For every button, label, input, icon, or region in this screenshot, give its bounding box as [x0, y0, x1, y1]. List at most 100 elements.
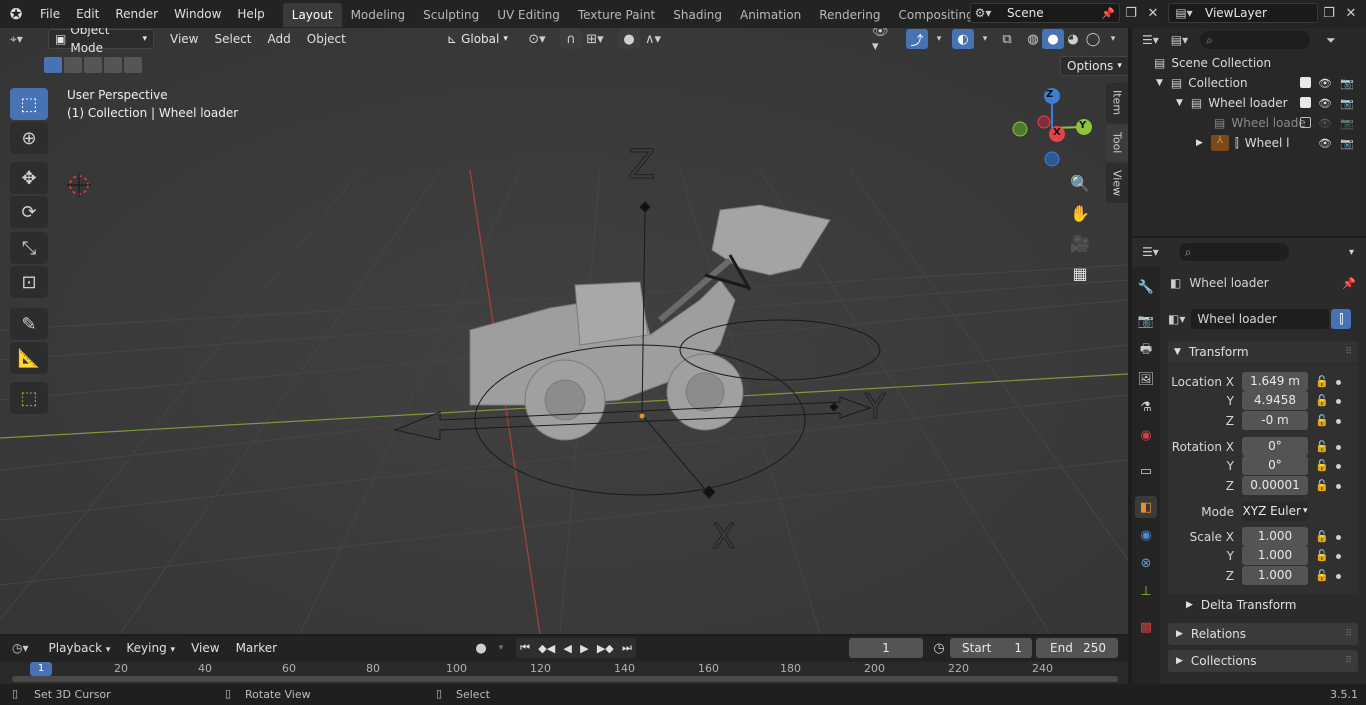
preview-range-icon[interactable]: ◷: [928, 638, 950, 658]
gizmo-toggle-icon[interactable]: ⤴: [906, 29, 928, 49]
keyframe-dot-icon[interactable]: [1336, 574, 1341, 579]
lock-icon[interactable]: 🔓: [1315, 479, 1329, 492]
snap-target-icon[interactable]: ⊞▾: [584, 29, 606, 49]
menu-view[interactable]: View: [162, 32, 206, 46]
overlay-dropdown-icon[interactable]: ▾: [974, 29, 996, 49]
ruler-scrollbar[interactable]: [12, 676, 1118, 682]
keyframe-dot-icon[interactable]: [1336, 535, 1341, 540]
eye-icon[interactable]: 👁: [1318, 77, 1332, 90]
keyframe-dot-icon[interactable]: [1336, 380, 1341, 385]
delete-viewlayer-icon[interactable]: ✕: [1340, 3, 1362, 23]
lock-icon[interactable]: 🔓: [1315, 440, 1329, 453]
record-icon[interactable]: ●: [470, 638, 492, 658]
texture-tab-icon[interactable]: ▩: [1135, 616, 1157, 638]
display-mode-icon[interactable]: ▤▾: [1171, 33, 1188, 47]
data-tab-icon[interactable]: ⊥: [1135, 580, 1157, 602]
lock-icon[interactable]: 🔓: [1315, 569, 1329, 582]
drag-handle-icon[interactable]: ⠿: [1345, 347, 1352, 357]
menu-render[interactable]: Render: [107, 0, 166, 28]
solid-shading-icon[interactable]: ●: [1042, 29, 1064, 49]
end-frame-field[interactable]: End 250: [1036, 638, 1118, 658]
expand-icon[interactable]: ▶: [1196, 138, 1203, 148]
scene-selector[interactable]: ⚙▾ Scene 📌: [970, 3, 1120, 23]
zoom-icon[interactable]: 🔍: [1066, 169, 1094, 197]
record-options-icon[interactable]: ▾: [490, 638, 512, 658]
xray-icon[interactable]: ⧉: [996, 29, 1018, 49]
menu-select[interactable]: Select: [206, 32, 259, 46]
select-extend-icon[interactable]: [64, 57, 82, 73]
collections-panel-header[interactable]: ▶ Collections ⠿: [1168, 650, 1358, 672]
frame-ruler[interactable]: 1 20 40 60 80 100 120 140 160 180 200 22…: [0, 662, 1128, 684]
perspective-grid-icon[interactable]: ▦: [1066, 259, 1094, 287]
select-new-icon[interactable]: [44, 57, 62, 73]
select-subtract-icon[interactable]: [84, 57, 102, 73]
select-invert-icon[interactable]: [104, 57, 122, 73]
delete-scene-icon[interactable]: ✕: [1142, 3, 1164, 23]
pin-icon[interactable]: 📌: [1101, 7, 1115, 20]
render-tab-icon[interactable]: 📷: [1135, 310, 1157, 332]
menu-marker[interactable]: Marker: [228, 641, 285, 655]
select-intersect-icon[interactable]: [124, 57, 142, 73]
prev-keyframe-icon[interactable]: ◆◀: [538, 642, 555, 655]
scale-z-field[interactable]: 1.000: [1242, 566, 1308, 585]
output-tab-icon[interactable]: 🖶: [1135, 340, 1157, 362]
properties-editor-icon[interactable]: ☰▾: [1142, 245, 1159, 259]
outliner-editor-icon[interactable]: ☰▾: [1142, 33, 1159, 47]
menu-window[interactable]: Window: [166, 0, 229, 28]
data-selector[interactable]: ◧▾ Wheel loader ⫿: [1168, 309, 1358, 329]
overlay-toggle-icon[interactable]: ◐: [952, 29, 974, 49]
menu-keying[interactable]: Keying ▾: [118, 641, 183, 655]
jump-end-icon[interactable]: ⏭: [622, 641, 632, 655]
lock-icon[interactable]: 🔓: [1315, 394, 1329, 407]
3d-viewport[interactable]: Z Y X ⌖▾ ▣ Object Mode ▾ View Select Add…: [0, 28, 1128, 634]
wireframe-shading-icon[interactable]: ◍: [1022, 29, 1044, 49]
tab-sculpting[interactable]: Sculpting: [414, 3, 488, 27]
fake-user-icon[interactable]: ⫿: [1331, 309, 1352, 329]
outliner-row-wheel-object[interactable]: ▶ ⅄ ⫿ Wheel l 👁 📷: [1132, 133, 1366, 153]
drag-handle-icon[interactable]: ⠿: [1345, 656, 1352, 666]
tab-item[interactable]: Item: [1106, 83, 1128, 123]
menu-add[interactable]: Add: [260, 32, 299, 46]
tab-tool[interactable]: Tool: [1106, 125, 1128, 161]
rotation-mode-dropdown[interactable]: XYZ Euler ▾: [1242, 502, 1308, 521]
object-tab-icon[interactable]: ◧: [1135, 496, 1157, 518]
select-box-tool[interactable]: ⬚: [10, 88, 48, 120]
outliner-row-wheel-loader[interactable]: ▼ ▤ Wheel loader 👁 📷: [1132, 93, 1366, 113]
move-tool[interactable]: ✥: [10, 162, 48, 194]
menu-edit[interactable]: Edit: [68, 0, 107, 28]
play-icon[interactable]: ▶: [580, 642, 588, 655]
location-z-field[interactable]: -0 m: [1242, 411, 1308, 430]
cursor-tool[interactable]: ⊕: [10, 122, 48, 154]
menu-help[interactable]: Help: [229, 0, 272, 28]
new-viewlayer-icon[interactable]: ❐: [1318, 3, 1340, 23]
viewlayer-selector[interactable]: ▤▾ ViewLayer: [1168, 3, 1318, 23]
outliner-row-wheel-loader-sub[interactable]: ▤ Wheel loade 👁 📷: [1132, 113, 1366, 133]
rotation-x-field[interactable]: 0°: [1242, 437, 1308, 456]
keyframe-dot-icon[interactable]: [1336, 464, 1341, 469]
scale-tool[interactable]: ⤡: [10, 232, 48, 264]
scale-y-field[interactable]: 1.000: [1242, 546, 1308, 565]
keyframe-dot-icon[interactable]: [1336, 419, 1341, 424]
start-frame-field[interactable]: Start 1: [950, 638, 1032, 658]
object-mode-dropdown[interactable]: ▣ Object Mode ▾: [48, 28, 154, 55]
pivot-icon[interactable]: ⊙▾: [526, 29, 548, 49]
scene-tab-icon[interactable]: ⚗: [1135, 396, 1157, 418]
tool-tab-icon[interactable]: 🔧: [1135, 276, 1157, 298]
falloff-icon[interactable]: ∧▾: [642, 29, 664, 49]
camera-render-icon[interactable]: 📷: [1340, 77, 1354, 90]
tab-layout[interactable]: Layout: [282, 3, 342, 27]
location-y-field[interactable]: 4.9458: [1242, 391, 1308, 410]
exclude-checkbox[interactable]: [1300, 117, 1311, 128]
eye-icon[interactable]: 👁: [1318, 97, 1332, 110]
tab-rendering[interactable]: Rendering: [810, 3, 889, 27]
lock-icon[interactable]: 🔓: [1315, 459, 1329, 472]
eye-icon[interactable]: 👁: [1318, 137, 1332, 150]
eye-icon[interactable]: 👁: [1318, 117, 1332, 130]
exclude-checkbox[interactable]: [1300, 77, 1311, 88]
new-scene-icon[interactable]: ❐: [1120, 3, 1142, 23]
jump-start-icon[interactable]: ⏮: [520, 641, 530, 655]
data-name-field[interactable]: Wheel loader: [1191, 309, 1330, 329]
expand-icon[interactable]: ▼: [1176, 98, 1183, 108]
measure-tool[interactable]: 📐: [10, 342, 48, 374]
annotate-tool[interactable]: ✎: [10, 308, 48, 340]
